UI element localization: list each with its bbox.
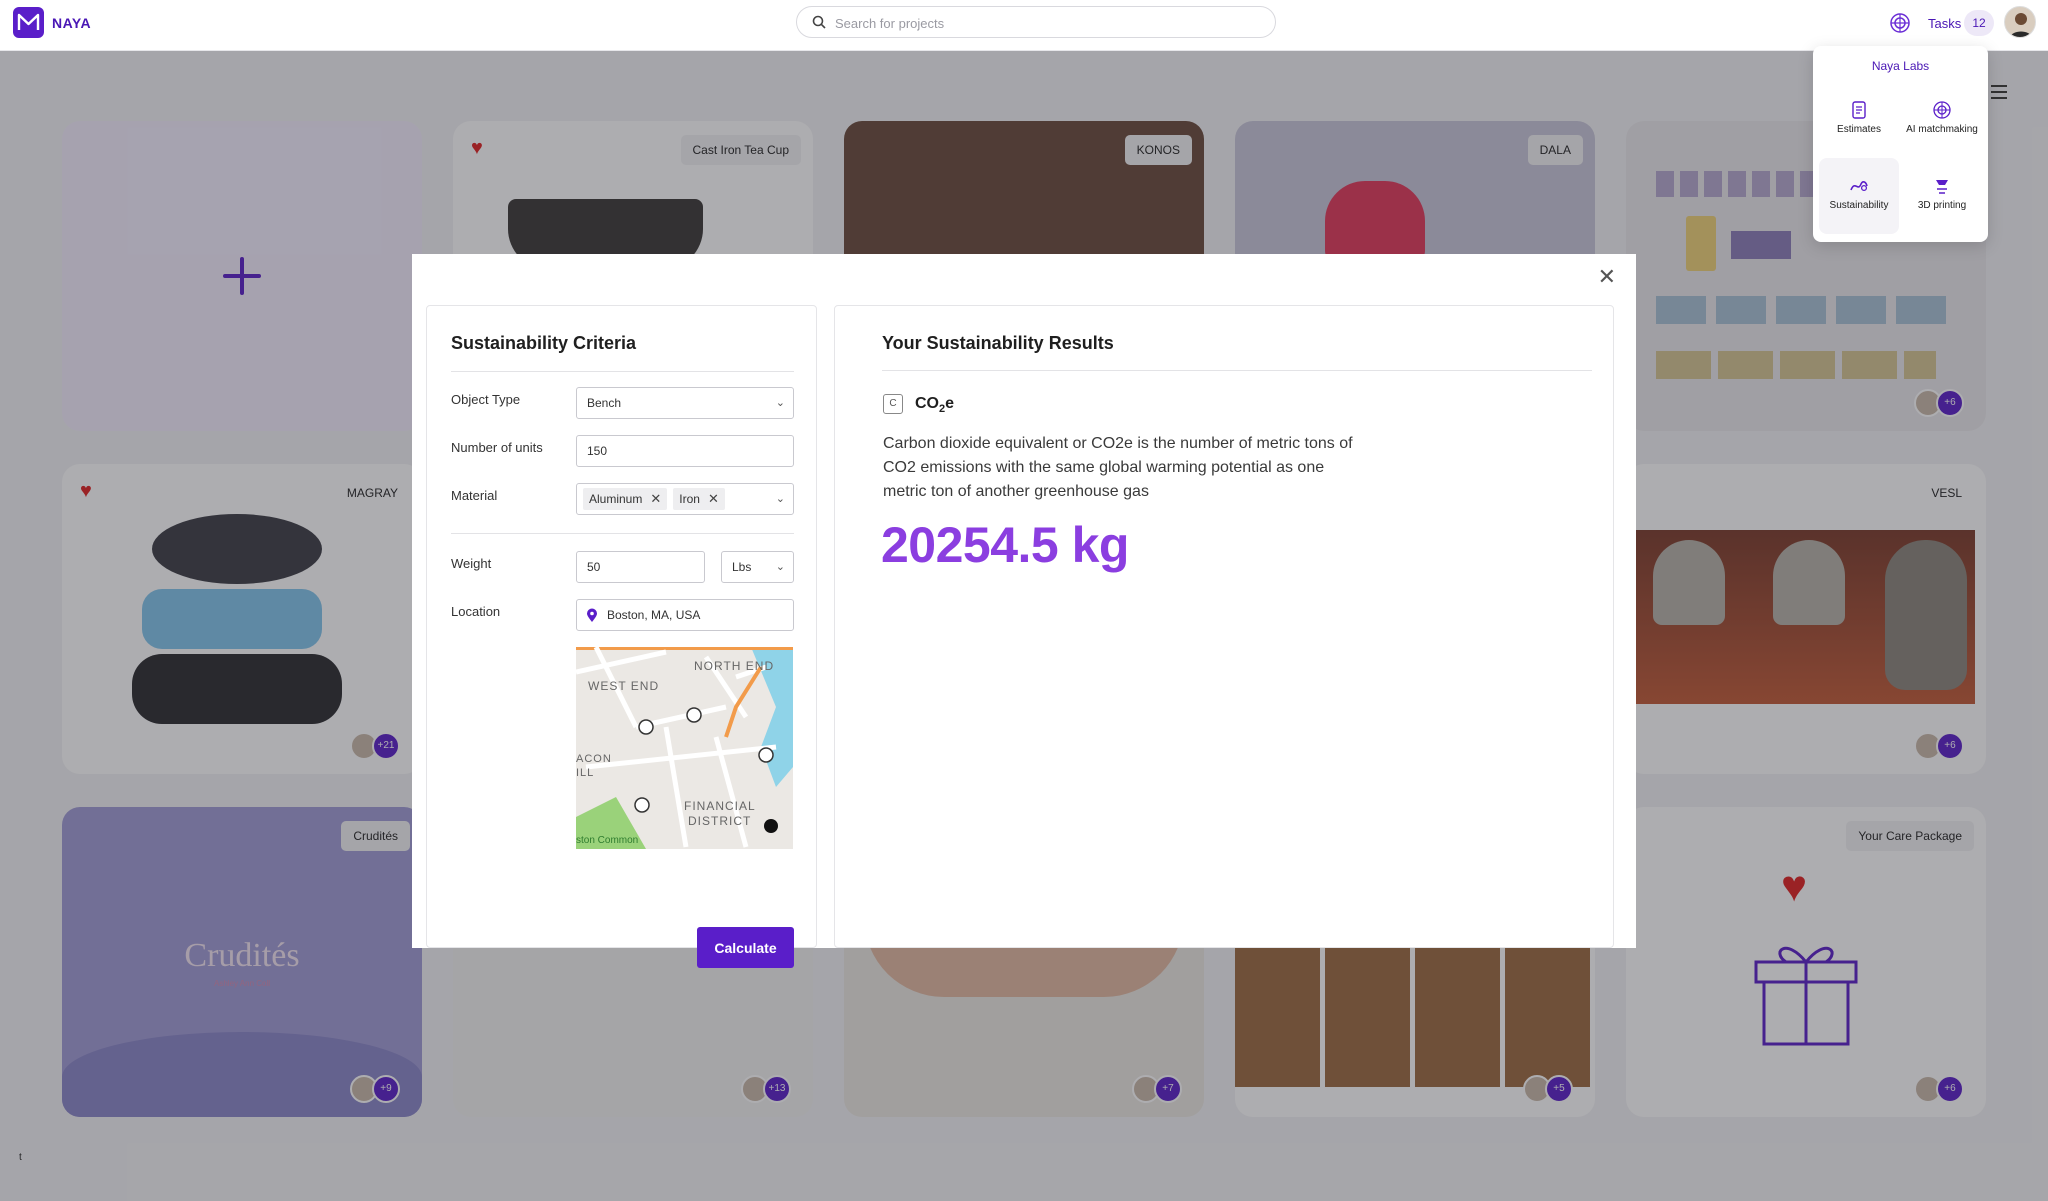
divider bbox=[451, 371, 794, 372]
map-label: ACON bbox=[576, 753, 612, 765]
metric-tail: e bbox=[945, 395, 955, 412]
co2-metric-title: CO2e bbox=[915, 395, 954, 415]
material-chip[interactable]: Iron ✕ bbox=[673, 488, 725, 510]
search-bar[interactable] bbox=[796, 6, 1276, 38]
top-bar: NAYA Tasks 12 bbox=[0, 0, 2048, 51]
labs-item-sustainability[interactable]: Sustainability bbox=[1819, 158, 1899, 234]
user-avatar[interactable] bbox=[2004, 6, 2036, 38]
map-graphic bbox=[576, 647, 793, 849]
search-input[interactable] bbox=[835, 13, 1255, 33]
map-label: NORTH END bbox=[694, 659, 775, 673]
units-input[interactable]: 150 bbox=[576, 435, 794, 467]
sustainability-modal: ✕ Sustainability Criteria Object Type Be… bbox=[412, 254, 1636, 968]
weight-input[interactable]: 50 bbox=[576, 551, 705, 583]
material-label: Material bbox=[451, 488, 498, 503]
criteria-panel: Sustainability Criteria Object Type Benc… bbox=[426, 305, 817, 968]
labs-item-estimates[interactable]: Estimates bbox=[1819, 82, 1899, 158]
location-pin-icon bbox=[587, 608, 597, 622]
3d-printing-icon bbox=[1936, 180, 1948, 194]
map-label: ston Common bbox=[576, 835, 639, 846]
remove-chip-icon[interactable]: ✕ bbox=[708, 491, 719, 506]
object-type-value: Bench bbox=[587, 396, 622, 410]
weight-unit-value: Lbs bbox=[732, 560, 752, 574]
object-type-label: Object Type bbox=[451, 392, 521, 407]
map-label: FINANCIAL bbox=[684, 799, 756, 813]
labs-item-ai-matchmaking[interactable]: AI matchmaking bbox=[1902, 82, 1982, 158]
labs-item-label: AI matchmaking bbox=[1906, 124, 1978, 135]
chevron-down-icon: ⌄ bbox=[775, 561, 785, 573]
naya-labs-menu: Naya Labs Estimates AI matchmaking Susta… bbox=[1813, 46, 1988, 242]
material-chip[interactable]: Aluminum ✕ bbox=[583, 488, 668, 510]
location-map[interactable]: NORTH END WEST END ACON ILL FINANCIAL DI… bbox=[576, 647, 793, 849]
weight-unit-select[interactable]: Lbs ⌄ bbox=[721, 551, 794, 583]
labs-item-label: Estimates bbox=[1837, 124, 1881, 135]
sustainability-icon bbox=[1850, 181, 1868, 192]
weight-value: 50 bbox=[587, 560, 601, 574]
metric-main: CO bbox=[915, 395, 939, 412]
remove-chip-icon[interactable]: ✕ bbox=[650, 491, 661, 506]
labs-item-label: Sustainability bbox=[1829, 200, 1889, 211]
map-label: ILL bbox=[576, 767, 595, 779]
weight-label: Weight bbox=[451, 556, 492, 571]
naya-logo-icon[interactable] bbox=[13, 7, 44, 38]
chevron-down-icon: ⌄ bbox=[775, 493, 785, 505]
naya-labs-icon[interactable] bbox=[1888, 11, 1912, 35]
tasks-count-badge[interactable]: 12 bbox=[1964, 10, 1994, 36]
material-multiselect[interactable]: Aluminum ✕ Iron ✕ ⌄ bbox=[576, 483, 794, 515]
estimates-icon bbox=[1852, 101, 1866, 119]
close-icon[interactable]: ✕ bbox=[1598, 264, 1616, 290]
labs-item-3d-printing[interactable]: 3D printing bbox=[1902, 158, 1982, 234]
material-chip-label: Iron bbox=[679, 492, 700, 506]
co2-result-value: 20254.5 kg bbox=[881, 517, 1129, 573]
location-input[interactable]: Boston, MA, USA bbox=[576, 599, 794, 631]
tasks-label[interactable]: Tasks bbox=[1928, 16, 1961, 31]
calculate-button[interactable]: Calculate bbox=[697, 927, 794, 968]
units-label: Number of units bbox=[451, 440, 543, 455]
units-value: 150 bbox=[587, 444, 608, 458]
object-type-select[interactable]: Bench ⌄ bbox=[576, 387, 794, 419]
divider bbox=[451, 533, 794, 534]
chevron-down-icon: ⌄ bbox=[775, 397, 785, 409]
location-value: Boston, MA, USA bbox=[607, 608, 701, 622]
ai-matchmaking-icon bbox=[1933, 101, 1951, 119]
co2-badge: C bbox=[883, 394, 903, 414]
material-chip-label: Aluminum bbox=[589, 492, 643, 506]
divider bbox=[882, 370, 1592, 371]
hamburger-menu-icon[interactable] bbox=[1990, 84, 2008, 100]
map-label: DISTRICT bbox=[688, 814, 752, 828]
results-panel: Your Sustainability Results C CO2e Carbo… bbox=[834, 305, 1614, 948]
search-icon bbox=[812, 15, 826, 29]
results-title: Your Sustainability Results bbox=[882, 333, 1114, 353]
brand-name[interactable]: NAYA bbox=[52, 15, 91, 31]
co2-description: Carbon dioxide equivalent or CO2e is the… bbox=[883, 435, 1353, 500]
criteria-title: Sustainability Criteria bbox=[451, 333, 637, 353]
labs-menu-title: Naya Labs bbox=[1871, 59, 1930, 73]
map-label: WEST END bbox=[588, 679, 660, 693]
labs-item-label: 3D printing bbox=[1917, 200, 1967, 211]
location-label: Location bbox=[451, 604, 501, 619]
